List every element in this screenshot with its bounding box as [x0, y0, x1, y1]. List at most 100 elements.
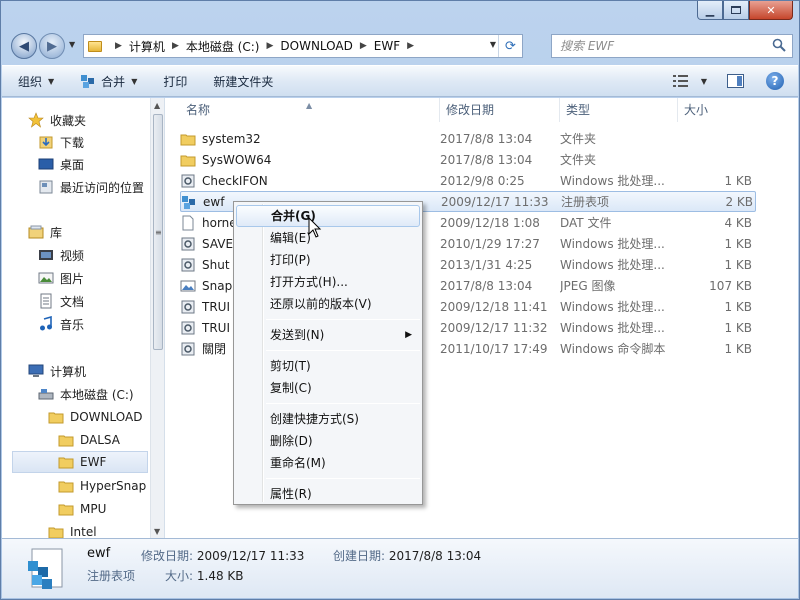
nav-documents[interactable]: 文档 [38, 290, 84, 312]
registry-file-large-icon [28, 548, 63, 589]
menu-item-create-shortcut[interactable]: 创建快捷方式(S) [236, 408, 420, 430]
nav-ewf-folder[interactable]: EWF [12, 451, 148, 473]
forward-button[interactable]: ▶ [39, 33, 65, 59]
menu-item-cut[interactable]: 剪切(T) [236, 355, 420, 377]
folder-icon [58, 481, 74, 493]
menu-item-edit[interactable]: 编辑(E) [236, 227, 420, 249]
file-size: 1 KB [724, 236, 752, 251]
breadcrumb-ewf[interactable]: EWF [374, 39, 400, 53]
help-icon[interactable]: ? [766, 72, 784, 90]
column-type-label: 类型 [566, 103, 591, 117]
menu-item-delete[interactable]: 删除(D) [236, 430, 420, 452]
nav-pictures[interactable]: 图片 [38, 267, 84, 289]
nav-recent-label: 最近访问的位置 [60, 180, 145, 195]
maximize-icon [731, 6, 741, 14]
sort-ascending-icon: ▲ [306, 101, 313, 110]
preview-pane-icon[interactable] [727, 74, 744, 88]
breadcrumb-arrow-icon[interactable]: ▶ [360, 41, 367, 51]
search-input[interactable] [560, 39, 760, 53]
nav-intel-folder[interactable]: Intel [48, 521, 97, 538]
breadcrumb-local-disk[interactable]: 本地磁盘 (C:) [186, 38, 260, 55]
menu-item-send-to[interactable]: 发送到(N) ▶ [236, 324, 420, 346]
scrollbar-grip-icon: ≡ [155, 228, 162, 237]
back-button[interactable]: ◀ [11, 33, 37, 59]
nav-desktop[interactable]: 桌面 [38, 153, 84, 175]
nav-downloads[interactable]: 下载 [38, 131, 84, 153]
column-header-size[interactable]: 大小 [678, 98, 758, 122]
column-header-type[interactable]: 类型 [560, 98, 678, 122]
nav-local-disk[interactable]: 本地磁盘 (C:) [38, 383, 134, 405]
file-size: 1 KB [724, 299, 752, 314]
column-header-date[interactable]: 修改日期 [440, 98, 560, 122]
nav-pane-scrollbar[interactable]: ▲ ≡ ▼ [150, 98, 164, 538]
change-view-icon[interactable] [672, 74, 689, 88]
batch-file-icon [181, 258, 195, 271]
library-icon [28, 225, 44, 239]
close-button[interactable]: ✕ [749, 1, 793, 20]
view-options-dropdown-icon[interactable]: ▼ [701, 77, 707, 86]
chevron-down-icon: ▼ [48, 76, 55, 86]
file-size: 1 KB [724, 320, 752, 335]
nav-mpu-label: MPU [80, 502, 107, 516]
breadcrumb-arrow-icon[interactable]: ▶ [115, 41, 122, 51]
breadcrumb-arrow-icon[interactable]: ▶ [407, 41, 414, 51]
merge-button[interactable]: 合并 ▼ [80, 73, 137, 90]
computer-icon [28, 364, 44, 377]
explorer-window: ▁ ✕ ◀ ▶ ▼ ▶ 计算机 ▶ 本地磁盘 (C:) ▶ DOWNLOAD ▶… [0, 0, 800, 600]
nav-music[interactable]: 音乐 [38, 313, 84, 335]
menu-item-open-with[interactable]: 打开方式(H)... [236, 271, 420, 293]
organize-button[interactable]: 组织 ▼ [18, 73, 54, 90]
breadcrumb: ▶ 计算机 ▶ 本地磁盘 (C:) ▶ DOWNLOAD ▶ EWF ▶ [108, 38, 421, 55]
file-name-cell: system32 [180, 131, 440, 147]
nav-hypersnap-folder[interactable]: HyperSnap 6 [58, 475, 158, 497]
nav-download-folder[interactable]: DOWNLOAD [48, 406, 142, 428]
mouse-cursor-icon [308, 217, 322, 238]
folder-icon [48, 527, 64, 538]
nav-favorites[interactable]: 收藏夹 [28, 109, 86, 131]
search-icon[interactable] [772, 38, 786, 55]
breadcrumb-download[interactable]: DOWNLOAD [280, 39, 352, 53]
new-folder-button[interactable]: 新建文件夹 [213, 73, 273, 90]
nav-libraries-label: 库 [50, 225, 63, 240]
recent-pages-dropdown[interactable]: ▼ [69, 40, 75, 49]
column-header-name[interactable]: 名称 ▲ [166, 98, 440, 122]
menu-item-properties[interactable]: 属性(R) [236, 483, 420, 505]
folder-icon [58, 457, 74, 469]
menu-item-rename[interactable]: 重命名(M) [236, 452, 420, 474]
scroll-down-icon[interactable]: ▼ [154, 527, 160, 536]
breadcrumb-arrow-icon[interactable]: ▶ [266, 41, 273, 51]
scroll-up-icon[interactable]: ▲ [154, 101, 160, 110]
file-row[interactable]: SysWOW64 2017/8/8 13:04 文件夹 [180, 149, 756, 170]
file-date: 2012/9/8 0:25 [440, 173, 525, 188]
search-box[interactable] [551, 34, 793, 58]
maximize-button[interactable] [723, 1, 749, 20]
menu-item-merge[interactable]: 合并(G) [236, 205, 420, 227]
documents-library-icon [40, 293, 52, 309]
batch-file-icon [181, 321, 195, 334]
nav-recent-places[interactable]: 最近访问的位置 [38, 176, 144, 198]
menu-item-print[interactable]: 打印(P) [236, 249, 420, 271]
breadcrumb-arrow-icon[interactable]: ▶ [172, 41, 179, 51]
menu-item-copy[interactable]: 复制(C) [236, 377, 420, 399]
breadcrumb-computer[interactable]: 计算机 [129, 38, 165, 55]
print-button[interactable]: 打印 [163, 73, 187, 90]
refresh-button[interactable]: ⟳ [498, 35, 522, 57]
nav-music-label: 音乐 [60, 317, 85, 332]
file-name-cell: CheckIFON [180, 173, 440, 189]
address-bar[interactable]: ▶ 计算机 ▶ 本地磁盘 (C:) ▶ DOWNLOAD ▶ EWF ▶ ▼ ⟳ [83, 34, 523, 58]
column-headers: 名称 ▲ 修改日期 类型 大小 [166, 98, 798, 122]
nav-dalsa-folder[interactable]: DALSA [58, 429, 120, 451]
minimize-button[interactable]: ▁ [697, 1, 723, 20]
address-dropdown-icon[interactable]: ▼ [490, 40, 496, 49]
menu-item-restore-previous[interactable]: 还原以前的版本(V) [236, 293, 420, 315]
nav-mpu-folder[interactable]: MPU [58, 498, 106, 520]
nav-local-disk-label: 本地磁盘 (C:) [60, 387, 134, 402]
nav-videos[interactable]: 视频 [38, 244, 84, 266]
details-pane: ewf 注册表项 修改日期: 2009/12/17 11:33 创建日期: 20… [2, 538, 798, 598]
file-row[interactable]: system32 2017/8/8 13:04 文件夹 [180, 128, 756, 149]
caption-buttons: ▁ ✕ [697, 1, 793, 20]
file-row[interactable]: CheckIFON 2012/9/8 0:25 Windows 批处理... 1 KB [180, 170, 756, 191]
nav-desktop-label: 桌面 [60, 157, 85, 172]
nav-computer[interactable]: 计算机 [28, 360, 86, 382]
nav-libraries[interactable]: 库 [28, 221, 62, 243]
